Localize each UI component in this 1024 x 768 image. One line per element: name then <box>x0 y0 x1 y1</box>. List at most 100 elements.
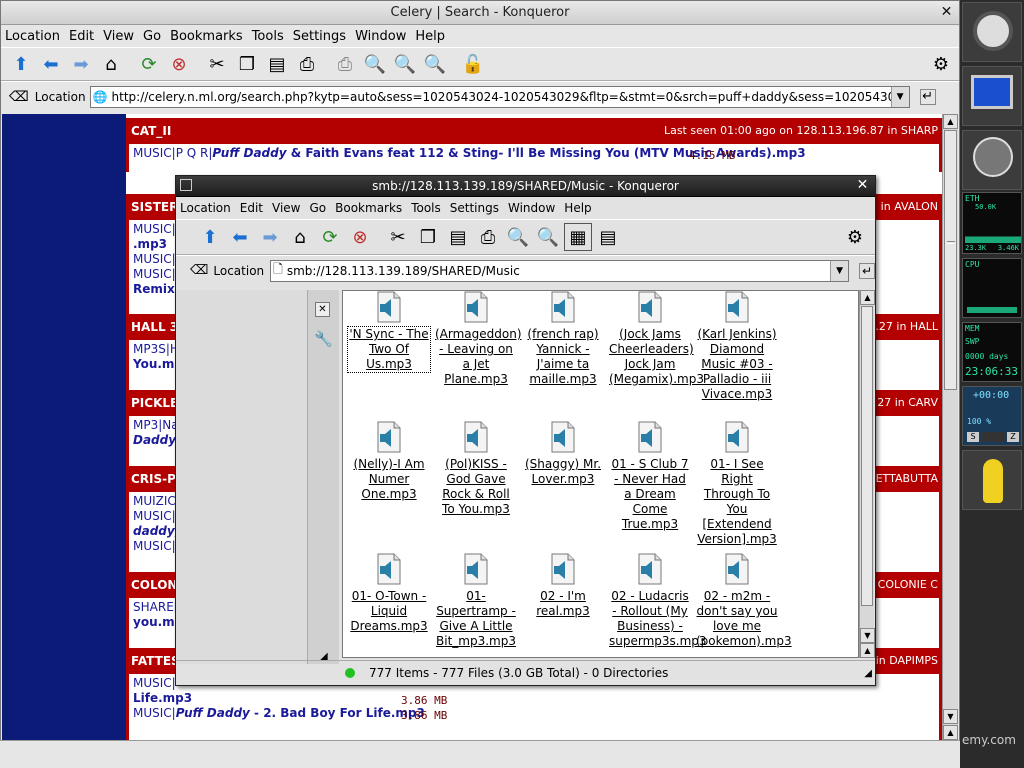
paste-icon[interactable]: ▤ <box>444 223 472 251</box>
up-arrow-icon[interactable]: ⬆ <box>196 223 224 251</box>
file-item[interactable]: 01- O-Town - Liquid Dreams.mp3 <box>348 553 430 634</box>
fm-scrollbar[interactable]: ▲ ▼ ▲ <box>859 290 875 658</box>
menu-window[interactable]: Window <box>508 201 555 215</box>
clear-location-icon[interactable]: ⌫ <box>9 89 29 105</box>
page-scrollbar[interactable]: ▲ ▼ ▲ <box>942 114 958 740</box>
menu-go[interactable]: Go <box>310 201 327 215</box>
menu-help[interactable]: Help <box>564 201 591 215</box>
url-field[interactable]: 🌐 http://celery.n.ml.org/search.php?kytp… <box>89 85 910 108</box>
dock-user[interactable] <box>962 450 1022 510</box>
clear-location-icon[interactable]: ⌫ <box>190 263 208 278</box>
menu-tools[interactable]: Tools <box>252 29 284 44</box>
file-item[interactable]: 01- Supertramp - Give A Little Bit_mp3.m… <box>435 553 517 649</box>
resize-grip-icon[interactable]: ◢ <box>864 668 872 679</box>
copy-icon[interactable]: ❐ <box>233 50 261 78</box>
close-icon[interactable]: ✕ <box>853 176 872 195</box>
menu-settings[interactable]: Settings <box>293 29 346 44</box>
host-name[interactable]: PICKLE <box>131 396 178 410</box>
file-item[interactable]: (Armageddon) - Leaving on a Jet Plane.mp… <box>435 291 522 387</box>
menu-view[interactable]: View <box>272 201 300 215</box>
menu-window[interactable]: Window <box>355 29 406 44</box>
dock-monitor[interactable] <box>962 66 1022 126</box>
file-item[interactable]: 02 - m2m - don't say you love me (pokemo… <box>696 553 792 649</box>
file-item[interactable]: (Shaggy) Mr. Lover.mp3 <box>522 421 604 487</box>
menu-edit[interactable]: Edit <box>69 29 94 44</box>
menu-edit[interactable]: Edit <box>240 201 263 215</box>
panel-tool-icon[interactable]: 🔧 <box>314 330 333 348</box>
file-item[interactable]: 01- I See Right Through To You [Extenden… <box>696 421 778 547</box>
close-panel-icon[interactable]: ✕ <box>315 302 330 317</box>
copy-icon[interactable]: ❐ <box>414 223 442 251</box>
scroll-down-icon[interactable]: ▼ <box>943 709 958 724</box>
forward-arrow-icon[interactable]: ➡ <box>67 50 95 78</box>
zoom-icon[interactable]: 🔍 <box>361 50 389 78</box>
file-item[interactable]: 'N Sync - The Two Of Us.mp3 <box>347 291 431 373</box>
file-item[interactable]: (french rap) Yannick - J'aime ta maille.… <box>522 291 604 387</box>
view-mode-icon[interactable]: ▦ <box>564 223 592 251</box>
menu-tools[interactable]: Tools <box>411 201 441 215</box>
cut-icon[interactable]: ✂ <box>203 50 231 78</box>
menu-location[interactable]: Location <box>5 29 60 44</box>
chevron-down-icon[interactable]: ▼ <box>830 260 849 281</box>
file-item[interactable]: (Jock Jams Cheerleaders) Jock Jam (Megam… <box>609 291 704 387</box>
scroll-up-icon[interactable]: ▲ <box>943 114 958 129</box>
menu-bookmarks[interactable]: Bookmarks <box>335 201 402 215</box>
close-icon[interactable]: ✕ <box>937 3 956 22</box>
menu-view[interactable]: View <box>103 29 134 44</box>
file-icon-view[interactable]: 'N Sync - The Two Of Us.mp3 (Armageddon) … <box>342 290 859 658</box>
reload-icon[interactable]: ⟳ <box>316 223 344 251</box>
file-item[interactable]: 02 - I'm real.mp3 <box>522 553 604 619</box>
go-icon[interactable]: ↵ <box>919 88 936 105</box>
file-item[interactable]: 02 - Ludacris - Rollout (My Business) - … <box>609 553 707 649</box>
home-icon[interactable]: ⌂ <box>97 50 125 78</box>
print-frame-icon[interactable]: ⎙ <box>331 50 359 78</box>
fm-titlebar[interactable]: smb://128.113.139.189/SHARED/Music - Kon… <box>176 176 875 197</box>
file-item[interactable]: (Nelly)-I Am Numer One.mp3 <box>348 421 430 502</box>
zoom-out-icon[interactable]: 🔍 <box>421 50 449 78</box>
file-line[interactable]: Life.mp3 <box>133 691 935 706</box>
browser-titlebar[interactable]: Celery | Search - Konqueror ✕ <box>1 1 959 25</box>
file-item[interactable]: (Pol)KISS - God Gave Rock & Roll To You.… <box>435 421 517 517</box>
audio-player[interactable]: +00:00 100 % S Z <box>962 386 1022 446</box>
home-icon[interactable]: ⌂ <box>286 223 314 251</box>
view-mode-list-icon[interactable]: ▤ <box>594 223 622 251</box>
forward-arrow-icon[interactable]: ➡ <box>256 223 284 251</box>
file-line-last[interactable]: MUSIC|Puff Daddy - 2. Bad Boy For Life.m… <box>133 706 935 721</box>
chevron-down-icon[interactable]: ▼ <box>890 86 909 107</box>
host-name[interactable]: COLON <box>131 578 177 592</box>
fm-url-field[interactable]: 🗋 smb://128.113.139.189/SHARED/Music ▼ <box>270 259 850 282</box>
gear-icon[interactable]: ⚙ <box>927 50 955 78</box>
zoom-in-icon[interactable]: 🔍 <box>504 223 532 251</box>
play-button[interactable] <box>981 432 1005 442</box>
fm-window-icon[interactable] <box>180 179 192 191</box>
print-icon[interactable]: ⎙ <box>474 223 502 251</box>
zoom-out-icon[interactable]: 🔍 <box>534 223 562 251</box>
shuffle-button[interactable]: S <box>967 432 979 442</box>
paste-icon[interactable]: ▤ <box>263 50 291 78</box>
scroll-up-icon[interactable]: ▲ <box>860 290 875 305</box>
menu-help[interactable]: Help <box>415 29 445 44</box>
menu-bookmarks[interactable]: Bookmarks <box>170 29 243 44</box>
cut-icon[interactable]: ✂ <box>384 223 412 251</box>
dock-logo[interactable] <box>962 2 1022 62</box>
gear-icon[interactable]: ⚙ <box>841 223 869 251</box>
scroll-thumb[interactable] <box>861 306 873 606</box>
menu-settings[interactable]: Settings <box>450 201 499 215</box>
host-name[interactable]: CAT_II <box>131 124 171 138</box>
up-arrow-icon[interactable]: ⬆ <box>7 50 35 78</box>
back-arrow-icon[interactable]: ⬅ <box>37 50 65 78</box>
host-name[interactable]: CRIS-P <box>131 472 176 486</box>
go-icon[interactable]: ↵ <box>859 262 875 279</box>
file-item[interactable]: 01 - S Club 7 - Never Had a Dream Come T… <box>609 421 691 532</box>
scroll-down-icon[interactable]: ▼ <box>860 628 875 643</box>
host-name[interactable]: FATTES <box>131 654 180 668</box>
zoom-button[interactable]: Z <box>1007 432 1019 442</box>
stop-icon[interactable]: ⊗ <box>346 223 374 251</box>
scroll-up-icon[interactable]: ▲ <box>943 725 958 740</box>
back-arrow-icon[interactable]: ⬅ <box>226 223 254 251</box>
file-link-artist[interactable]: Puff Daddy <box>212 146 286 160</box>
scroll-up-icon[interactable]: ▲ <box>860 643 875 658</box>
print-icon[interactable]: ⎙ <box>293 50 321 78</box>
stop-icon[interactable]: ⊗ <box>165 50 193 78</box>
file-item[interactable]: (Karl Jenkins) Diamond Music #03 - Palla… <box>696 291 778 402</box>
